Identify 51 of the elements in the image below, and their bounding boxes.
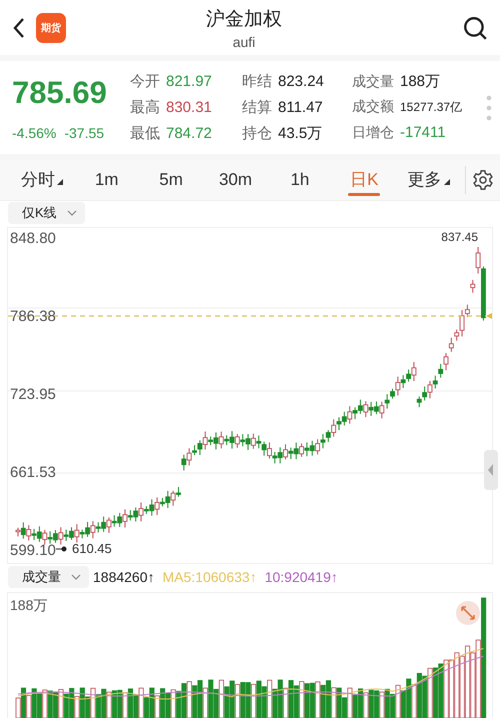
field-label: 成交量 bbox=[352, 73, 394, 92]
chevron-down-icon bbox=[71, 574, 81, 580]
field-label: 日增仓 bbox=[352, 124, 394, 142]
field-value: 830.31 bbox=[166, 99, 212, 116]
search-icon[interactable] bbox=[462, 14, 488, 41]
period-tab[interactable]: 更多 bbox=[396, 160, 461, 200]
field-value: 188万 bbox=[400, 72, 440, 92]
period-tab[interactable]: 分时 bbox=[10, 160, 74, 200]
field-value: 821.97 bbox=[166, 73, 212, 90]
high-price-label: 837.45 bbox=[441, 230, 478, 244]
low-marker-drawing bbox=[56, 546, 66, 552]
last-price: 785.69 bbox=[12, 74, 108, 111]
axis-label: 848.80 bbox=[10, 231, 56, 247]
field-label: 最高 bbox=[130, 98, 160, 118]
field-label: 持仓 bbox=[242, 124, 272, 144]
app-logo: 期货 bbox=[36, 12, 66, 43]
axis-label: 188万 bbox=[10, 597, 48, 615]
page-title: 沪金加权 bbox=[205, 8, 283, 32]
field-value: 784.72 bbox=[166, 125, 212, 142]
field-label: 成交额 bbox=[352, 98, 394, 116]
period-tab[interactable]: 1h bbox=[268, 160, 332, 200]
field-value: 15277.37亿 bbox=[400, 99, 462, 116]
field-value: 43.5万 bbox=[278, 124, 322, 144]
axis-label: 786.38 bbox=[10, 309, 56, 325]
field-value: -17411 bbox=[400, 124, 446, 142]
indicator-reading: 1884260↑ bbox=[93, 569, 155, 585]
field-value: 811.47 bbox=[278, 99, 323, 116]
field-label: 最低 bbox=[130, 124, 160, 144]
period-tab[interactable]: 1m bbox=[74, 160, 139, 200]
chart-mode-dropdown[interactable]: 仅K线 bbox=[8, 202, 85, 224]
period-tab[interactable]: 5m bbox=[138, 160, 204, 200]
field-label: 今开 bbox=[130, 72, 160, 92]
low-price-label: 610.45 bbox=[72, 541, 112, 556]
change-value: -37.55 bbox=[64, 124, 104, 141]
chevron-down-icon bbox=[66, 210, 77, 216]
period-tab[interactable]: 30m bbox=[203, 160, 268, 200]
field-label: 结算 bbox=[242, 98, 272, 118]
back-icon[interactable] bbox=[12, 16, 26, 40]
axis-label: 723.95 bbox=[10, 387, 56, 403]
indicator-reading: 10:920419↑ bbox=[264, 569, 338, 585]
collapse-handle[interactable] bbox=[484, 450, 498, 490]
indicator-dropdown[interactable]: 成交量 bbox=[8, 566, 89, 588]
expand-icon[interactable] bbox=[456, 601, 480, 625]
field-label: 昨结 bbox=[242, 72, 272, 92]
axis-label: 661.53 bbox=[10, 465, 56, 481]
field-value: 823.24 bbox=[278, 73, 324, 90]
indicator-reading: MA5:1060633↑ bbox=[162, 569, 257, 585]
symbol-code: aufi bbox=[232, 34, 256, 50]
settings-icon[interactable] bbox=[472, 168, 494, 191]
change-percent: -4.56% bbox=[12, 124, 56, 141]
axis-label: 599.10 bbox=[10, 543, 56, 559]
